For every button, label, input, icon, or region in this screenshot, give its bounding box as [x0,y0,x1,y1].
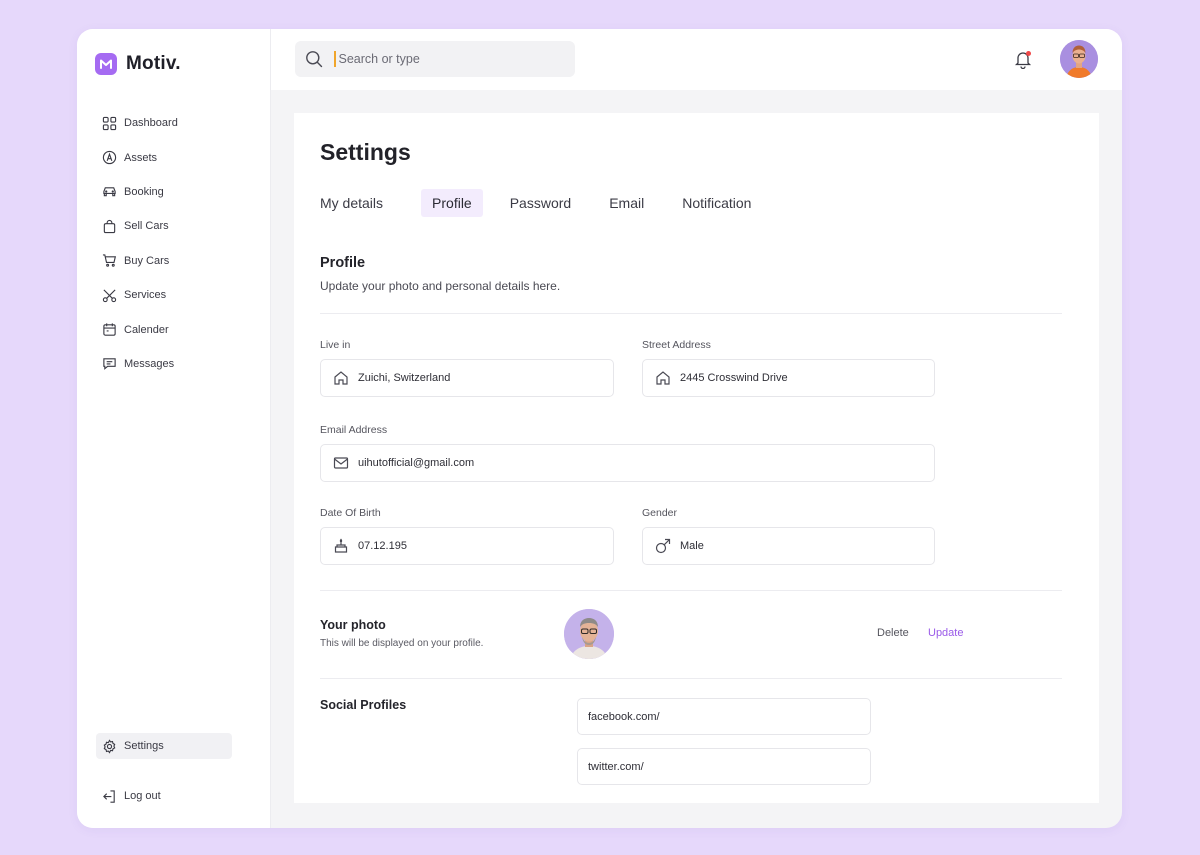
divider [320,678,1062,679]
photo-subtitle: This will be displayed on your profile. [320,638,484,649]
calendar-icon [103,323,116,336]
sidebar: Motiv. Dashboard Assets Booking Sell Car… [77,29,271,828]
sidebar-item-calender[interactable]: Calender [96,312,256,346]
logout-icon [103,790,115,803]
sidebar-item-label: Sell Cars [124,220,169,233]
sidebar-item-label: Booking [124,185,164,198]
dob-label: Date Of Birth [320,507,381,519]
sidebar-item-label: Assets [124,151,158,164]
cart-icon [102,254,117,267]
scissors-icon [102,289,117,302]
sidebar-item-dashboard[interactable]: Dashboard [96,106,256,140]
section-subtitle: Update your photo and personal details h… [320,279,561,293]
sidebar-item-services[interactable]: Services [96,278,256,312]
logout-container: Log out [96,779,232,813]
assets-circle-icon [102,150,117,165]
sidebar-item-label: Dashboard [124,117,178,130]
divider [320,313,1062,314]
sidebar-item-label: Messages [124,357,175,370]
sidebar-item-label: Buy Cars [124,254,170,267]
sidebar-item-settings[interactable]: Settings [96,733,232,759]
male-icon [655,538,671,554]
sidebar-item-label: Services [124,289,167,302]
sidebar-item-messages[interactable]: Messages [96,347,256,381]
dashboard-grid-icon [102,116,117,130]
motiv-logo-icon [95,53,117,75]
home-icon [334,371,348,385]
settings-tabs: My details Profile Password Email Notifi… [320,189,751,217]
app-window: Motiv. Dashboard Assets Booking Sell Car… [77,29,1122,828]
message-icon [103,358,116,371]
topbar [271,29,1122,90]
settings-card: Settings My details Profile Password Ema… [294,113,1099,803]
sidebar-nav: Dashboard Assets Booking Sell Cars Buy C… [96,106,256,381]
notification-dot [1026,51,1031,56]
shopping-bag-icon [103,219,116,234]
mail-icon [333,457,349,469]
gender-label: Gender [642,507,678,519]
live-in-input[interactable] [358,372,613,384]
gender-field[interactable] [642,527,935,565]
social-profiles-title: Social Profiles [320,698,407,712]
gear-icon [103,738,116,754]
sidebar-item-sell-cars[interactable]: Sell Cars [96,209,256,243]
tab-email[interactable]: Email [609,189,644,217]
car-icon [103,187,116,197]
cake-icon [334,538,348,553]
search-bar[interactable] [295,41,575,77]
email-address-label: Email Address [320,424,388,436]
tab-profile[interactable]: Profile [421,189,483,217]
live-in-label: Live in [320,339,351,351]
page-title: Settings [320,139,411,165]
sidebar-item-label: Settings [124,740,164,752]
search-input[interactable] [338,52,539,66]
dob-field[interactable] [320,527,614,565]
update-photo-button[interactable]: Update [928,627,963,639]
text-caret [334,51,336,67]
photo-title: Your photo [320,618,386,632]
street-address-label: Street Address [642,339,711,351]
facebook-field[interactable] [577,698,871,735]
sidebar-bottom: Settings [96,733,232,759]
user-avatar[interactable] [1060,40,1098,78]
facebook-input[interactable] [588,710,870,723]
delete-photo-button[interactable]: Delete [877,627,909,639]
brand-name: Motiv. [126,53,181,74]
twitter-field[interactable] [577,748,871,785]
profile-photo [564,609,614,659]
twitter-input[interactable] [588,760,870,773]
email-input[interactable] [358,457,934,469]
sidebar-item-label: Calender [124,323,169,336]
gender-input[interactable] [680,540,934,552]
home-icon [656,371,670,385]
search-icon [306,51,323,68]
sidebar-item-assets[interactable]: Assets [96,140,256,174]
logout-button[interactable]: Log out [96,779,232,813]
tab-password[interactable]: Password [510,189,571,217]
email-address-field[interactable] [320,444,935,482]
sidebar-item-buy-cars[interactable]: Buy Cars [96,244,256,278]
section-title: Profile [320,255,366,271]
street-address-input[interactable] [680,372,934,384]
tab-my-details[interactable]: My details [320,189,383,217]
sidebar-item-booking[interactable]: Booking [96,175,256,209]
brand[interactable]: Motiv. [95,53,181,75]
dob-input[interactable] [358,540,613,552]
live-in-field[interactable] [320,359,614,397]
tab-notification[interactable]: Notification [682,189,751,217]
street-address-field[interactable] [642,359,935,397]
logout-label: Log out [124,790,161,803]
divider [320,590,1062,591]
